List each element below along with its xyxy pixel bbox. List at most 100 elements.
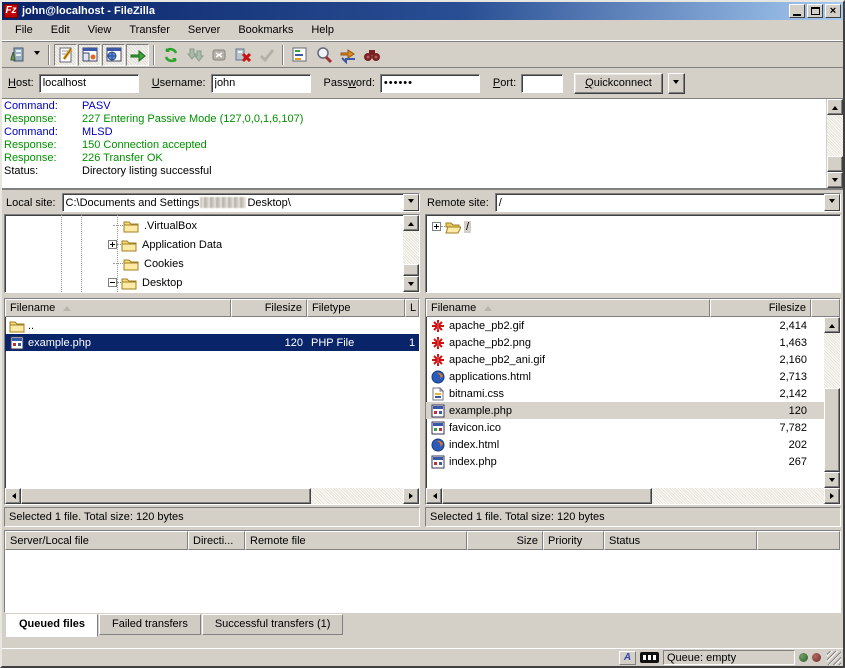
maximize-button[interactable] [807, 4, 823, 18]
scroll-left-button[interactable] [426, 488, 442, 504]
local-site-dropdown-button[interactable] [403, 194, 419, 211]
scroll-left-button[interactable] [5, 488, 21, 504]
local-tree-scrollbar[interactable] [403, 215, 419, 292]
disconnect-button[interactable] [231, 44, 254, 66]
scroll-up-button[interactable] [403, 215, 419, 231]
synchronized-browsing-button[interactable] [336, 44, 359, 66]
expand-icon[interactable] [108, 240, 117, 249]
directory-listing-filters-button[interactable] [288, 44, 311, 66]
tree-item[interactable]: Desktop [108, 274, 184, 291]
file-row[interactable]: apache_pb2.png 1,463 [426, 334, 824, 351]
local-site-path[interactable]: C:\Documents and SettingsDesktop\ [63, 194, 403, 211]
host-input[interactable] [39, 74, 139, 93]
file-row[interactable]: favicon.ico 7,782 [426, 419, 824, 436]
tree-item[interactable]: / [432, 218, 471, 235]
file-row-selected[interactable]: example.php 120 PHP File 1 [5, 334, 419, 351]
file-row[interactable]: apache_pb2.gif 2,414 [426, 317, 824, 334]
toggle-local-tree-button[interactable] [78, 44, 101, 66]
speed-limit-icon[interactable] [640, 652, 659, 663]
site-manager-button[interactable] [6, 44, 29, 66]
reconnect-button[interactable] [255, 44, 278, 66]
transfer-queue-panel: Server/Local file Directi... Remote file… [4, 530, 841, 613]
local-site-combo[interactable]: C:\Documents and SettingsDesktop\ [62, 193, 420, 212]
scroll-right-button[interactable] [824, 488, 840, 504]
expand-icon[interactable] [432, 222, 441, 231]
column-header-remote-file[interactable]: Remote file [245, 531, 467, 550]
toggle-remote-tree-button[interactable] [102, 44, 125, 66]
remote-site-path[interactable]: / [496, 194, 824, 211]
file-row[interactable]: apache_pb2_ani.gif 2,160 [426, 351, 824, 368]
close-button[interactable]: × [825, 4, 841, 18]
scrollbar-thumb[interactable] [442, 488, 652, 504]
scroll-up-button[interactable] [824, 317, 840, 333]
menu-help[interactable]: Help [302, 22, 343, 38]
scroll-down-button[interactable] [824, 472, 840, 488]
triangle-down-icon [832, 178, 838, 185]
password-input[interactable] [380, 74, 480, 93]
scrollbar-thumb[interactable] [827, 156, 843, 172]
collapse-icon[interactable] [108, 278, 117, 287]
local-list-hscrollbar[interactable] [5, 488, 419, 504]
scroll-down-button[interactable] [403, 276, 419, 292]
scrollbar-thumb[interactable] [403, 264, 419, 276]
tab-queued-files[interactable]: Queued files [6, 614, 98, 637]
site-manager-dropdown-button[interactable] [30, 44, 44, 66]
toggle-transfer-queue-button[interactable] [126, 44, 149, 66]
file-row[interactable]: applications.html 2,713 [426, 368, 824, 385]
menu-edit[interactable]: Edit [42, 22, 79, 38]
remote-list-scrollbar[interactable] [824, 317, 840, 488]
minimize-button[interactable] [789, 4, 805, 18]
column-header-filename[interactable]: Filename [426, 299, 710, 317]
tab-successful-transfers[interactable]: Successful transfers (1) [202, 614, 344, 635]
file-row-parent-dir[interactable]: .. [5, 317, 419, 334]
remote-site-dropdown-button[interactable] [824, 194, 840, 211]
scroll-down-button[interactable] [827, 172, 843, 188]
tab-failed-transfers[interactable]: Failed transfers [99, 614, 201, 635]
file-row[interactable]: index.php 267 [426, 453, 824, 470]
scroll-right-button[interactable] [403, 488, 419, 504]
quickconnect-button[interactable]: Quickconnect [574, 73, 663, 94]
quickconnect-dropdown-button[interactable] [668, 73, 685, 94]
queue-list-area[interactable] [5, 550, 840, 612]
remote-tree[interactable]: / [426, 215, 840, 292]
find-files-button[interactable] [360, 44, 383, 66]
refresh-button[interactable] [159, 44, 182, 66]
port-input[interactable] [521, 74, 563, 93]
data-type-indicator-icon[interactable]: A [619, 651, 636, 665]
menu-bookmarks[interactable]: Bookmarks [229, 22, 302, 38]
column-header-priority[interactable]: Priority [543, 531, 604, 550]
menu-transfer[interactable]: Transfer [120, 22, 179, 38]
tree-item[interactable]: Cookies [113, 255, 186, 272]
column-header-filename[interactable]: Filename [5, 299, 231, 317]
column-header-filesize[interactable]: Filesize [231, 299, 307, 317]
menu-view[interactable]: View [79, 22, 121, 38]
column-header-filesize[interactable]: Filesize [710, 299, 811, 317]
column-header-status[interactable]: Status [604, 531, 757, 550]
cancel-operation-button[interactable] [207, 44, 230, 66]
scrollbar-thumb[interactable] [824, 388, 840, 472]
resize-grip[interactable] [827, 651, 841, 665]
menu-server[interactable]: Server [179, 22, 229, 38]
remote-list-hscrollbar[interactable] [426, 488, 840, 504]
menu-file[interactable]: File [6, 22, 42, 38]
column-header-lastmodified[interactable]: L [405, 299, 419, 317]
local-tree[interactable]: .VirtualBox Application Data Cookies [5, 215, 403, 292]
column-header-size[interactable]: Size [467, 531, 543, 550]
column-header-filetype[interactable]: Filetype [307, 299, 405, 317]
toggle-message-log-button[interactable] [54, 44, 77, 66]
username-input[interactable] [211, 74, 311, 93]
process-queue-button[interactable] [183, 44, 206, 66]
tree-item[interactable]: Application Data [108, 236, 224, 253]
tree-item[interactable]: .VirtualBox [113, 217, 199, 234]
remote-site-combo[interactable]: / [495, 193, 841, 212]
file-row-selected[interactable]: example.php 120 [426, 402, 824, 419]
message-log-scrollbar[interactable] [827, 99, 843, 188]
column-header-server-local-file[interactable]: Server/Local file [5, 531, 188, 550]
scrollbar-thumb[interactable] [21, 488, 311, 504]
scroll-up-button[interactable] [827, 99, 843, 115]
file-row[interactable]: index.html 202 [426, 436, 824, 453]
directory-comparison-button[interactable] [312, 44, 335, 66]
column-header-direction[interactable]: Directi... [188, 531, 245, 550]
file-row[interactable]: bitnami.css 2,142 [426, 385, 824, 402]
sort-ascending-icon [63, 302, 71, 311]
